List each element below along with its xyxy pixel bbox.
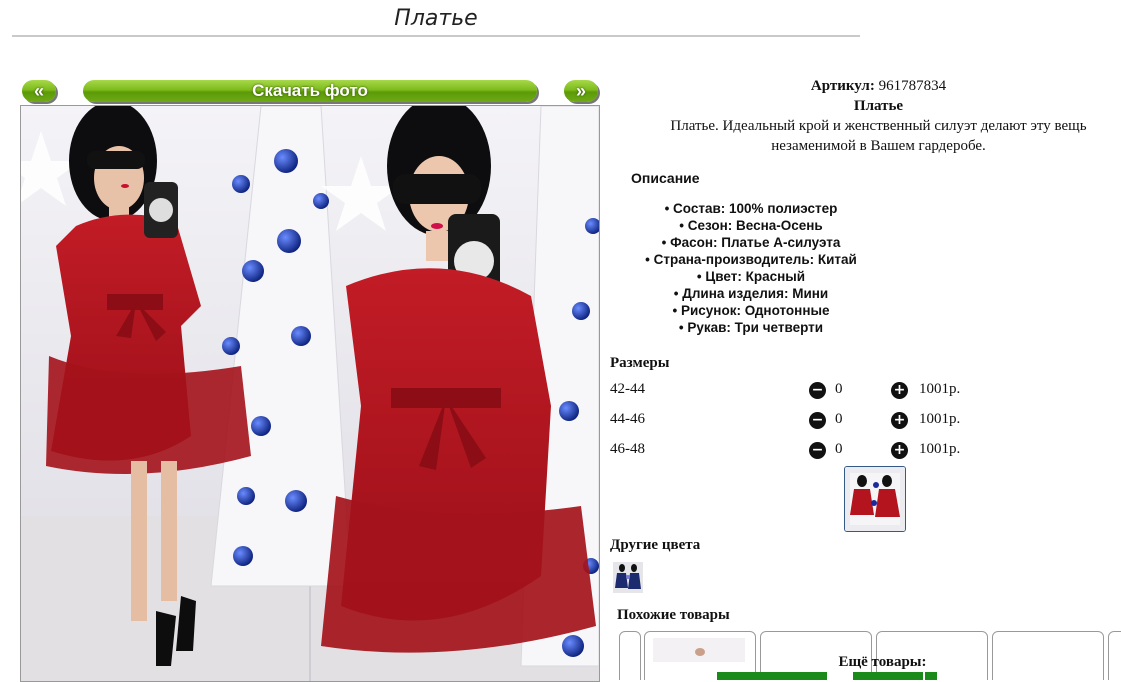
price-value: 1001р. (919, 441, 961, 457)
prev-photo-button[interactable]: « (22, 80, 56, 102)
similar-product-image (653, 638, 745, 662)
more-link[interactable] (717, 672, 827, 680)
spec-item: Рисунок: Однотонные (606, 302, 896, 319)
sizes-heading: Размеры (610, 355, 670, 371)
more-link[interactable] (925, 672, 937, 680)
article-label: Артикул: (810, 78, 875, 94)
quantity-value: 0 (835, 411, 843, 427)
product-photo[interactable] (20, 105, 600, 682)
spec-item: Состав: 100% полиэстер (606, 200, 896, 217)
spec-item: Сезон: Весна-Осень (606, 217, 896, 234)
size-label: 44-46 (610, 411, 645, 427)
size-row: 42-44 − 0 + 1001р. (610, 381, 1010, 401)
spec-item: Страна-производитель: Китай (606, 251, 896, 268)
plus-icon[interactable]: + (891, 442, 908, 459)
similar-heading: Похожие товары (617, 607, 730, 623)
price-value: 1001р. (919, 381, 961, 397)
size-label: 46-48 (610, 441, 645, 457)
quantity-value: 0 (835, 441, 843, 457)
thumbnail-image (845, 467, 905, 531)
minus-icon[interactable]: − (809, 412, 826, 429)
quantity-value: 0 (835, 381, 843, 397)
color-variant-thumbnail[interactable] (613, 562, 643, 593)
similar-product-card[interactable] (1108, 631, 1121, 680)
page-title: Платье (12, 0, 860, 37)
specs-list: Состав: 100% полиэстер Сезон: Весна-Осен… (606, 200, 896, 336)
price-value: 1001р. (919, 411, 961, 427)
product-description: Платье. Идеальный крой и женственный сил… (670, 118, 1087, 154)
size-label: 42-44 (610, 381, 645, 397)
minus-icon[interactable]: − (809, 382, 826, 399)
similar-product-card[interactable] (619, 631, 641, 680)
product-thumbnail[interactable] (844, 466, 906, 532)
plus-icon[interactable]: + (891, 412, 908, 429)
download-photo-button[interactable]: Скачать фото (83, 80, 537, 102)
size-row: 46-48 − 0 + 1001р. (610, 441, 1010, 461)
product-name: Платье (853, 98, 904, 114)
more-link[interactable] (853, 672, 923, 680)
spec-item: Длина изделия: Мини (606, 285, 896, 302)
more-products-links[interactable] (715, 672, 975, 682)
size-row: 44-46 − 0 + 1001р. (610, 411, 1010, 431)
similar-product-card[interactable] (992, 631, 1104, 680)
spec-item: Цвет: Красный (606, 268, 896, 285)
product-photo-image (21, 106, 599, 681)
next-photo-button[interactable]: » (564, 80, 598, 102)
description-heading: Описание (631, 170, 700, 186)
spec-item: Фасон: Платье А-силуэта (606, 234, 896, 251)
color-variant-image (613, 562, 643, 593)
more-products-heading: Ещё товары: (838, 654, 927, 670)
article-value: 961787834 (878, 78, 947, 94)
plus-icon[interactable]: + (891, 382, 908, 399)
product-details: Артикул: 961787834 Платье Платье. Идеаль… (606, 76, 1121, 335)
spec-item: Рукав: Три четверти (606, 319, 896, 336)
minus-icon[interactable]: − (809, 442, 826, 459)
article-line: Артикул: 961787834 (636, 76, 1121, 96)
other-colors-heading: Другие цвета (610, 537, 701, 553)
